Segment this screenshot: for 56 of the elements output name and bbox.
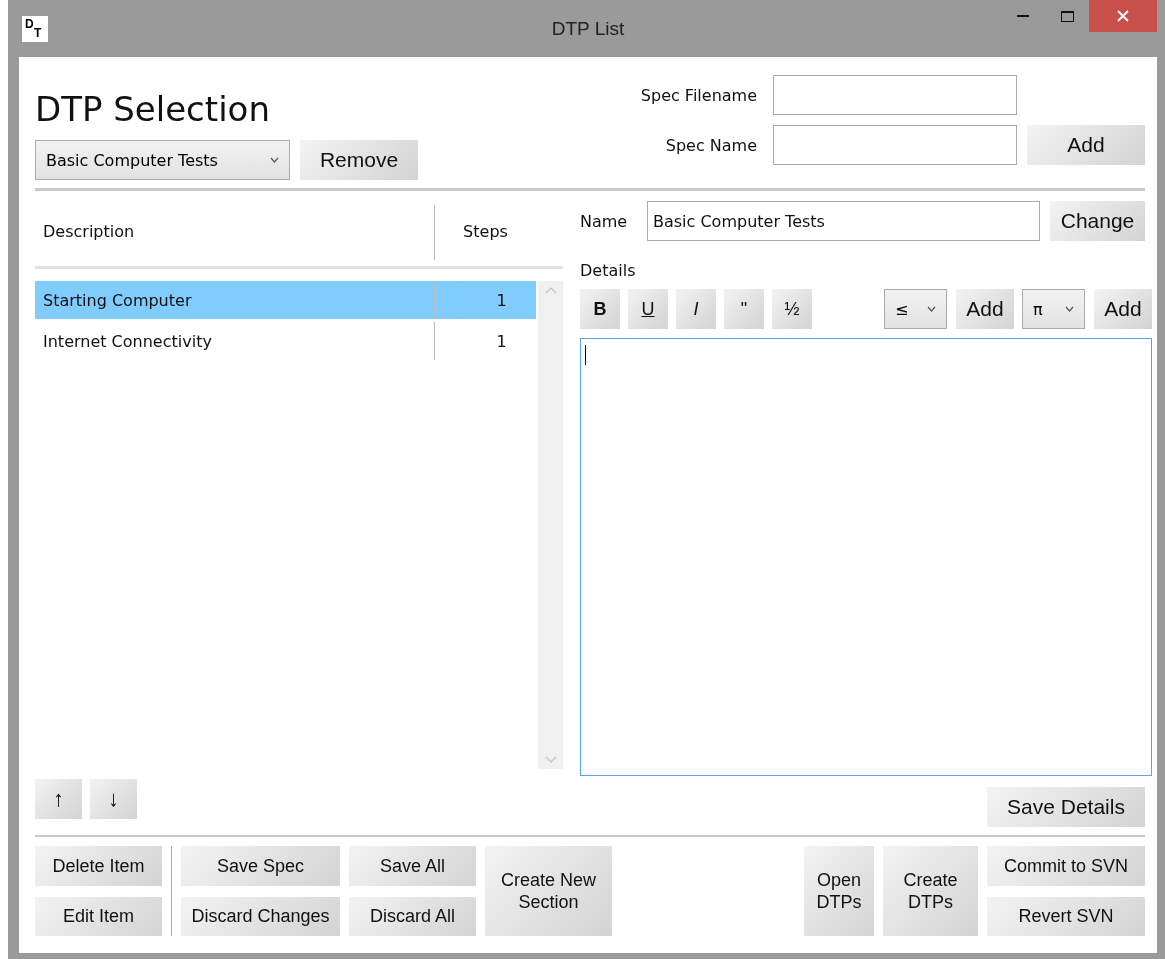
add-symbol-button[interactable]: Add [956, 289, 1014, 329]
save-details-button[interactable]: Save Details [987, 787, 1145, 827]
details-editor[interactable] [580, 338, 1152, 776]
symbol-dropdown[interactable]: π [1022, 289, 1085, 329]
input-field[interactable] [773, 125, 1017, 165]
action-button[interactable]: Create New Section [485, 846, 612, 936]
action-button[interactable]: Delete Item [35, 846, 162, 886]
action-button[interactable]: Open DTPs [804, 846, 874, 936]
list-row[interactable]: Starting Computer 1 [35, 281, 536, 319]
add-button[interactable]: Add [1027, 125, 1145, 165]
chevron-down-icon [1065, 306, 1074, 312]
field-label: Spec Filename [640, 85, 757, 105]
close-button[interactable] [1089, 0, 1157, 32]
page-heading: DTP Selection [35, 89, 271, 129]
change-button[interactable]: Change [1050, 201, 1145, 241]
column-header: Steps [463, 222, 508, 241]
action-button[interactable]: Create DTPs [883, 846, 978, 936]
field-label: Spec Name [664, 135, 757, 155]
move-button[interactable]: ↑ [35, 779, 82, 819]
format-button[interactable]: " [724, 289, 764, 329]
name-label: Name [580, 211, 629, 231]
window-title: DTP List [551, 17, 625, 39]
action-button[interactable]: Save All [349, 846, 476, 886]
scroll-up-icon[interactable] [544, 287, 557, 294]
remove-button[interactable]: Remove [300, 140, 418, 180]
format-button[interactable]: B [580, 289, 620, 329]
column-header: Description [43, 222, 135, 241]
action-button[interactable]: Edit Item [35, 896, 162, 936]
symbol-dropdown[interactable]: ≤ [884, 289, 947, 329]
name-field[interactable]: Basic Computer Tests [647, 201, 1040, 241]
add-symbol-button[interactable]: Add [1094, 289, 1152, 329]
action-button[interactable]: Save Spec [181, 846, 340, 886]
action-button[interactable]: Discard All [349, 896, 476, 936]
spec-dropdown[interactable]: Basic Computer Tests [35, 140, 290, 180]
minimize-icon [1017, 14, 1029, 18]
format-button[interactable]: U [628, 289, 668, 329]
table-cell: 1 [496, 290, 507, 310]
scroll-down-icon[interactable] [544, 756, 557, 763]
list-row[interactable]: Internet Connectivity 1 [35, 322, 536, 360]
action-button[interactable]: Revert SVN [987, 896, 1145, 936]
input-field[interactable] [773, 75, 1017, 115]
chevron-down-icon [927, 306, 936, 312]
move-button[interactable]: ↓ [90, 779, 137, 819]
format-button[interactable]: ½ [772, 289, 812, 329]
maximize-icon [1060, 10, 1074, 22]
action-button[interactable]: Commit to SVN [987, 846, 1145, 886]
details-label: Details [580, 261, 636, 280]
action-button[interactable]: Discard Changes [181, 896, 340, 936]
chevron-down-icon [270, 157, 279, 163]
table-cell: Starting Computer [43, 290, 192, 310]
table-cell: Internet Connectivity [43, 331, 212, 351]
app-logo: D T [22, 15, 48, 42]
format-button[interactable]: I [676, 289, 716, 329]
scrollbar[interactable] [538, 281, 563, 769]
table-cell: 1 [496, 331, 507, 351]
close-icon [1117, 10, 1129, 22]
